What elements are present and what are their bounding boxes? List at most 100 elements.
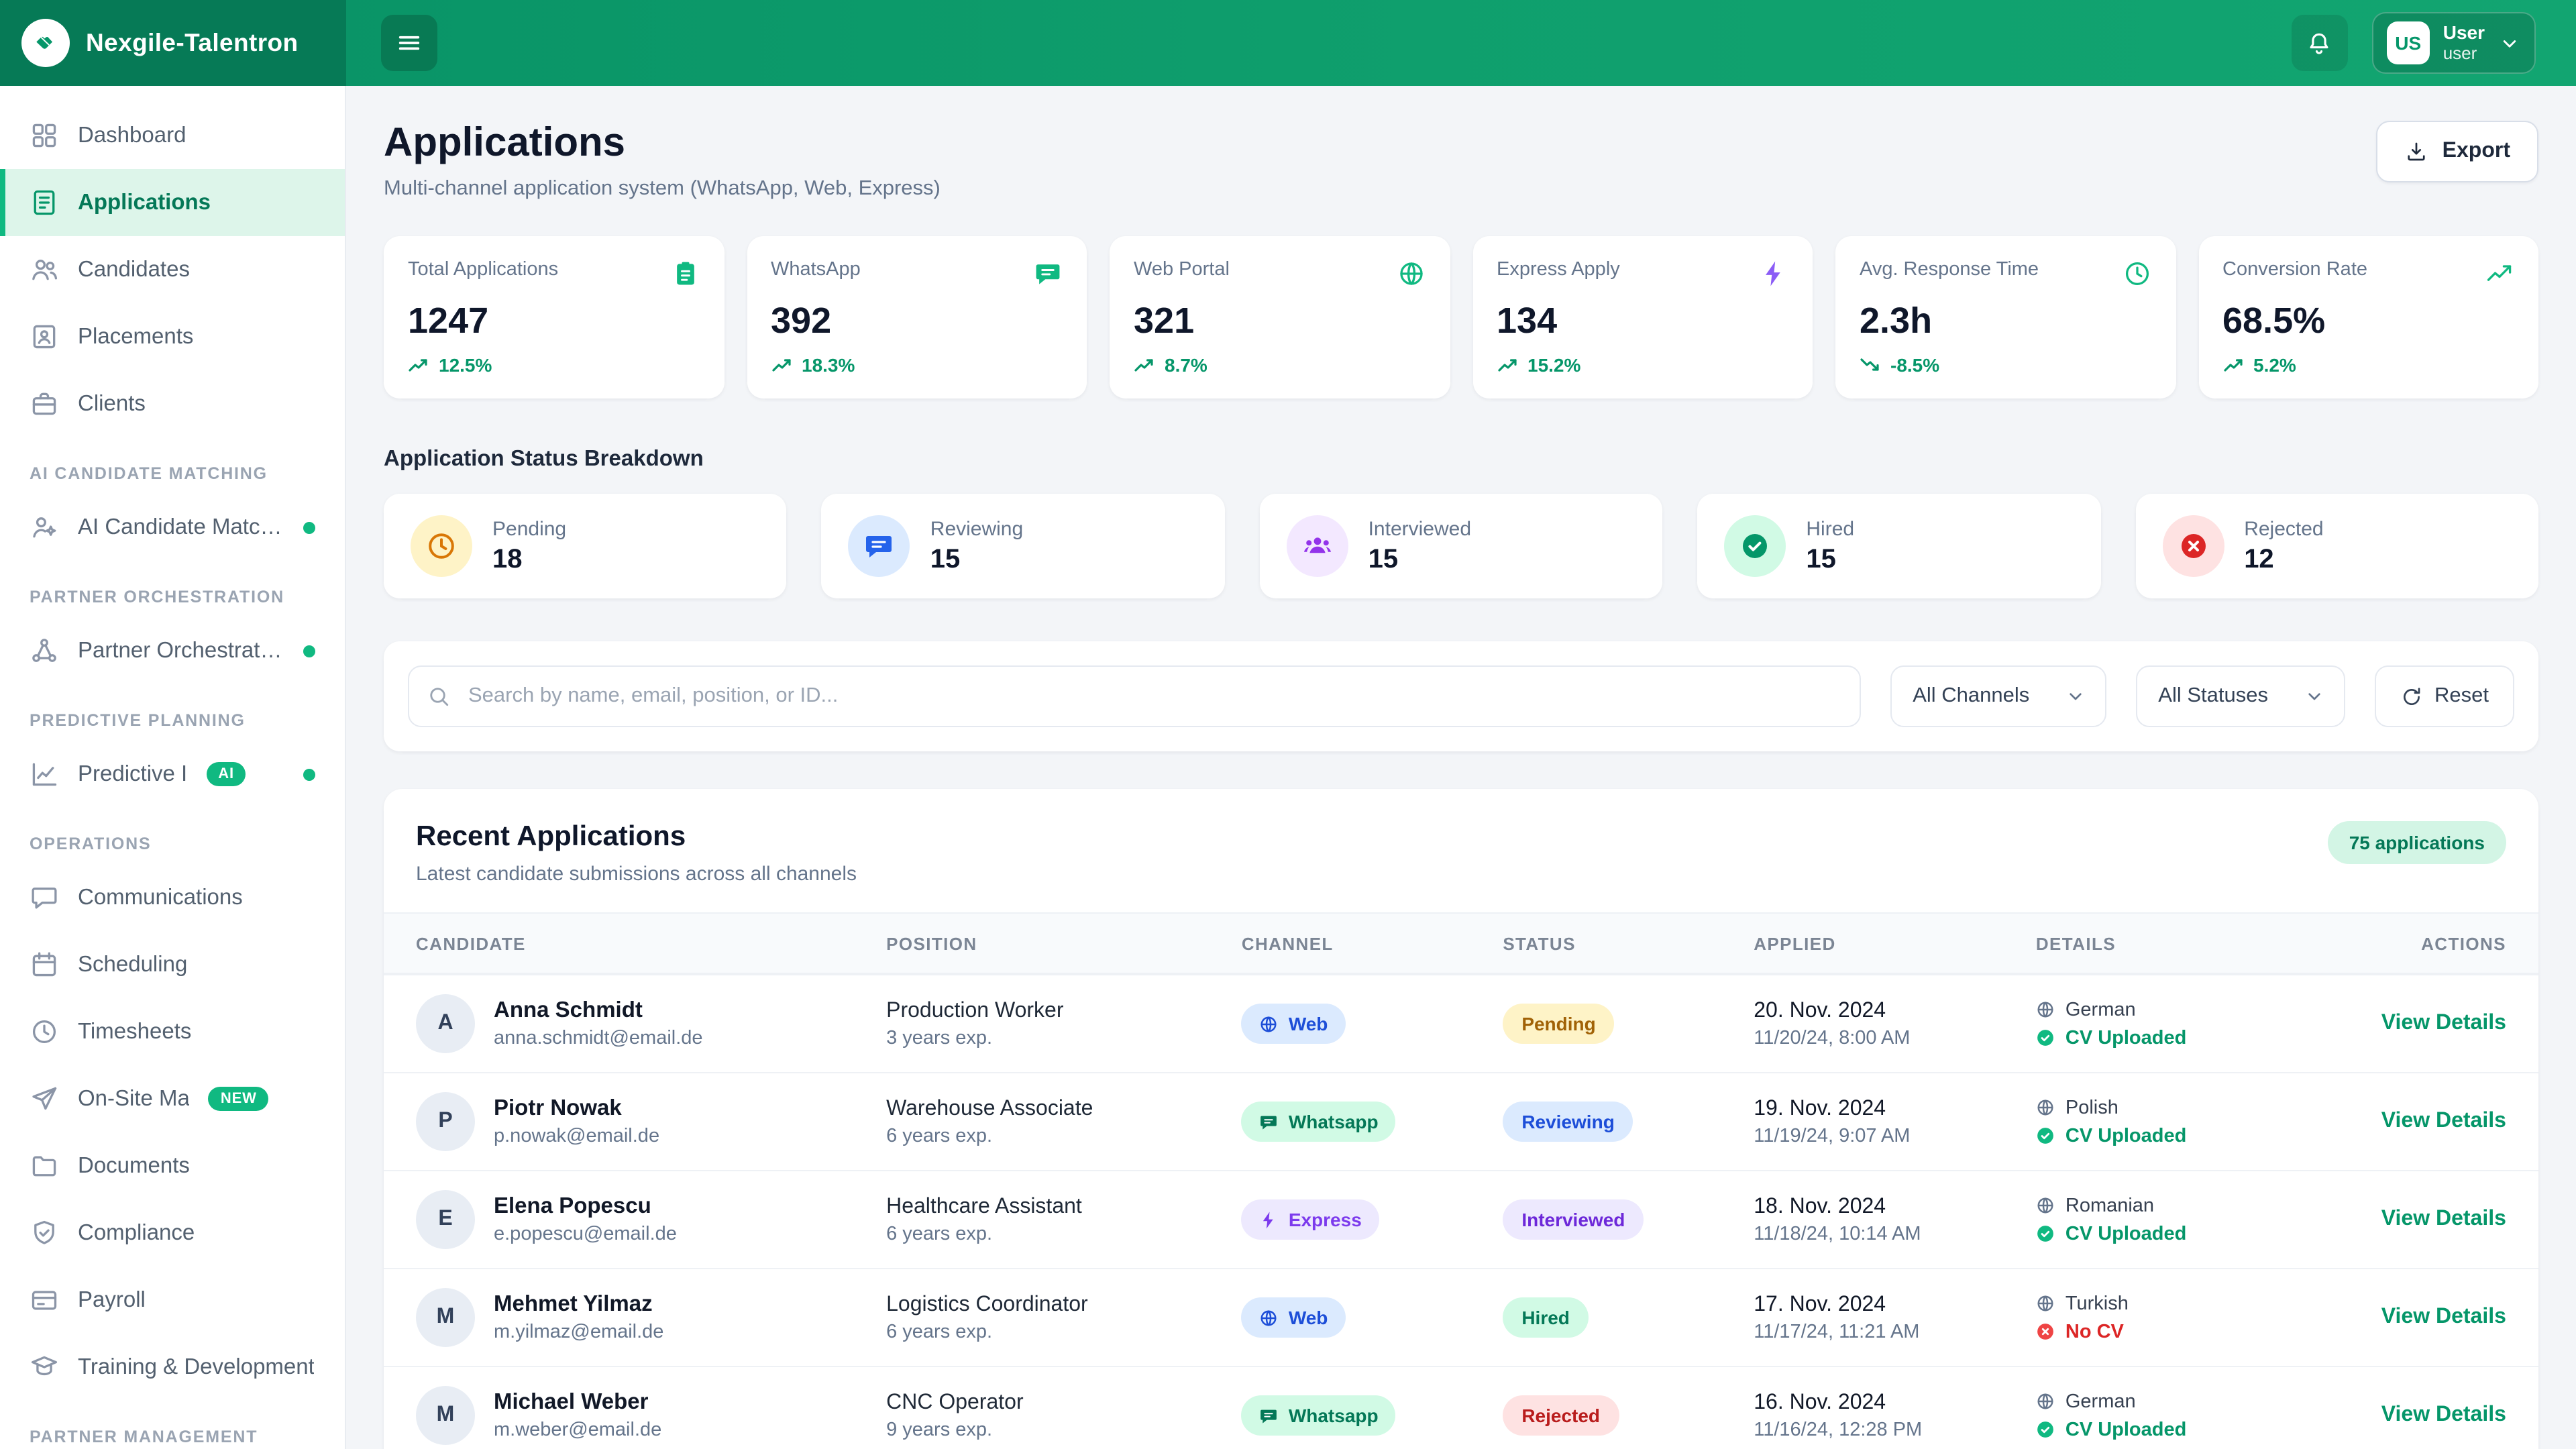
sidebar-item-documents[interactable]: Documents [0,1132,345,1199]
user-menu[interactable]: US User user [2372,12,2536,74]
status-label: Rejected [2244,517,2323,540]
view-details-link[interactable]: View Details [2381,1208,2506,1230]
credit-card-icon [30,1285,59,1315]
sidebar-item-label: Candidates [78,257,190,282]
sidebar-item-partner-orchestration[interactable]: Partner Orchestration [0,617,345,684]
stat-trend: 8.7% [1165,354,1208,376]
position: CNC Operator [886,1391,1242,1415]
avatar: E [416,1190,475,1249]
sidebar-item-compliance[interactable]: Compliance [0,1199,345,1267]
graduation-icon [30,1352,59,1382]
search-input[interactable] [408,665,1860,727]
view-details-link[interactable]: View Details [2381,1305,2506,1328]
trend-up-icon [1497,357,1518,373]
lightning-icon [1259,1210,1279,1230]
sidebar-item-label: AI Candidate Matching [78,515,284,540]
channel-badge: Web [1242,1004,1346,1044]
status-card-reviewing[interactable]: Reviewing 15 [822,494,1225,598]
table-row: E Elena Popescu e.popescu@email.de Healt… [384,1170,2538,1268]
top-bar: Nexgile-Talentron US User user [0,0,2576,86]
candidate-language: German [2065,999,2136,1020]
status-label: Reviewing [930,517,1023,540]
sidebar-item-communications[interactable]: Communications [0,864,345,931]
position: Production Worker [886,999,1242,1023]
candidate-email: p.nowak@email.de [494,1126,659,1147]
status-card-interviewed[interactable]: Interviewed 15 [1260,494,1663,598]
hamburger-icon [396,30,423,56]
status-badge: Reviewing [1503,1102,1633,1142]
top-bar-main: US User user [346,0,2576,86]
status-value: 12 [2244,544,2323,575]
status-card-hired[interactable]: Hired 15 [1697,494,2100,598]
status-label: Interviewed [1368,517,1471,540]
stat-label: Avg. Response Time [1860,259,2039,280]
status-dot [303,645,315,657]
calendar-icon [30,950,59,979]
clock-icon [30,1017,59,1046]
shield-icon [30,1218,59,1248]
status-label: Pending [492,517,566,540]
stat-trend: 18.3% [802,354,855,376]
lightning-icon [1759,259,1788,288]
menu-button[interactable] [381,15,437,71]
sidebar-item-timesheets[interactable]: Timesheets [0,998,345,1065]
app-title: Nexgile-Talentron [86,28,299,58]
chevron-down-icon [2303,686,2324,707]
status-card-rejected[interactable]: Rejected 12 [2135,494,2538,598]
chat-icon [1259,1112,1279,1132]
sidebar-item-predictive-planning[interactable]: Predictive I AI [0,741,345,808]
sidebar-item-payroll[interactable]: Payroll [0,1267,345,1334]
status-label: Hired [1806,517,1854,540]
handshake-logo-icon [21,19,70,67]
sidebar-item-label: Applications [78,190,211,215]
notifications-button[interactable] [2292,15,2348,71]
chart-line-icon [30,759,59,789]
stat-label: Express Apply [1497,259,1620,280]
cv-status: CV Uploaded [2065,1125,2186,1146]
export-button[interactable]: Export [2377,121,2538,182]
status-card-pending[interactable]: Pending 18 [384,494,787,598]
recent-applications-subtitle: Latest candidate submissions across all … [416,863,857,885]
navigation-icon [30,1084,59,1114]
sidebar-item-candidates[interactable]: Candidates [0,236,345,303]
recent-applications-title: Recent Applications [416,821,857,853]
sidebar-section-ai-candidate-matching: AI CANDIDATE MATCHING [0,437,345,494]
view-details-link[interactable]: View Details [2381,1012,2506,1034]
view-details-link[interactable]: View Details [2381,1403,2506,1426]
channel-filter-select[interactable]: All Channels [1890,665,2106,727]
cv-status: CV Uploaded [2065,1027,2186,1049]
stat-label: Web Portal [1134,259,1230,280]
table-row: M Michael Weber m.weber@email.de CNC Ope… [384,1366,2538,1449]
sidebar-item-on-site-management[interactable]: On-Site Ma NEW [0,1065,345,1132]
experience: 9 years exp. [886,1419,1242,1440]
stat-value: 2.3h [1860,301,2151,342]
reset-button[interactable]: Reset [2374,665,2514,727]
stat-card-total-applications: Total Applications 1247 12.5% [384,236,724,398]
sidebar-item-clients[interactable]: Clients [0,370,345,437]
recent-applications-header: Recent Applications Latest candidate sub… [384,789,2538,912]
person-star-icon [30,513,59,542]
sidebar-item-placements[interactable]: Placements [0,303,345,370]
view-details-link[interactable]: View Details [2381,1110,2506,1132]
channel-label: Whatsapp [1289,1405,1379,1426]
channel-label: Express [1289,1209,1362,1230]
channel-badge: Whatsapp [1242,1102,1396,1142]
avatar: M [416,1386,475,1445]
sidebar-item-scheduling[interactable]: Scheduling [0,931,345,998]
sidebar-item-training-development[interactable]: Training & Development [0,1334,345,1401]
sidebar-item-applications[interactable]: Applications [0,169,345,236]
stat-trend: -8.5% [1890,354,1939,376]
status-filter-select[interactable]: All Statuses [2135,665,2345,727]
channel-badge: Whatsapp [1242,1395,1396,1436]
applied-datetime: 11/20/24, 8:00 AM [1754,1027,2036,1049]
sidebar-item-ai-candidate-matching[interactable]: AI Candidate Matching [0,494,345,561]
applied-datetime: 11/16/24, 12:28 PM [1754,1419,2036,1440]
language-globe-icon [2036,1293,2056,1313]
trend-down-icon [1860,357,1881,373]
new-badge: NEW [209,1087,269,1111]
channel-badge: Express [1242,1199,1379,1240]
globe-icon [1259,1307,1279,1328]
chat-icon [1259,1405,1279,1426]
sidebar-item-dashboard[interactable]: Dashboard [0,102,345,169]
status-breakdown-title: Application Status Breakdown [384,447,2538,472]
